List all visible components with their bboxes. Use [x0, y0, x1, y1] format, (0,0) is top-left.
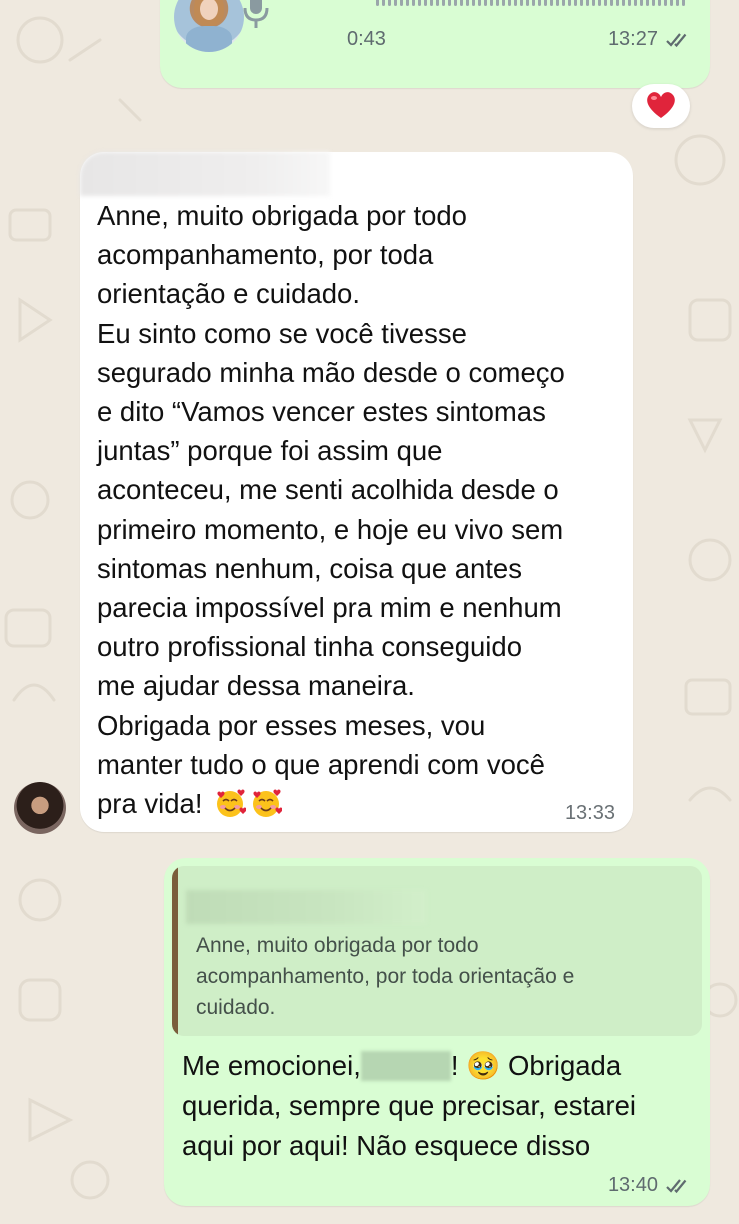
waveform-bar: [538, 0, 541, 6]
waveform-bar: [526, 0, 529, 6]
quoted-text: Anne, muito obrigada por todo acompanham…: [196, 934, 575, 1019]
waveform-bar: [556, 0, 559, 6]
read-receipt-icon: [666, 33, 687, 48]
waveform-bar: [436, 0, 439, 6]
waveform-bar: [472, 0, 475, 6]
waveform-bar: [382, 0, 385, 6]
waveform-bar: [550, 0, 553, 6]
sender-avatar[interactable]: [174, 0, 244, 52]
waveform-bar: [508, 0, 511, 6]
smiling-face-with-hearts-icon: [217, 789, 247, 818]
waveform-bar: [640, 0, 643, 6]
read-receipt-icon: [666, 1179, 687, 1194]
redacted-name: [360, 1051, 451, 1081]
waveform-bar: [580, 0, 583, 6]
message-text-content: Anne, muito obrigada por todo acompanham…: [97, 200, 565, 820]
audio-waveform[interactable]: [376, 0, 696, 6]
waveform-bar: [466, 0, 469, 6]
waveform-bar: [634, 0, 637, 6]
waveform-bar: [442, 0, 445, 6]
waveform-bar: [496, 0, 499, 6]
message-text: Me emocionei,! 🥹 Obrigada querida, sempr…: [182, 1046, 702, 1166]
waveform-bar: [664, 0, 667, 6]
microphone-icon: [243, 0, 269, 28]
smiling-face-with-hearts-icon: [253, 789, 283, 818]
message-time: 13:40: [607, 1174, 658, 1196]
waveform-bar: [520, 0, 523, 6]
waveform-bar: [586, 0, 589, 6]
message-text: Anne, muito obrigada por todo acompanham…: [97, 196, 622, 823]
waveform-bar: [604, 0, 607, 6]
waveform-bar: [478, 0, 481, 6]
waveform-bar: [406, 0, 409, 6]
voice-message-bubble[interactable]: 0:43 13:27: [160, 0, 710, 88]
waveform-bar: [610, 0, 613, 6]
waveform-bar: [628, 0, 631, 6]
waveform-bar: [592, 0, 595, 6]
waveform-bar: [400, 0, 403, 6]
waveform-bar: [388, 0, 391, 6]
waveform-bar: [454, 0, 457, 6]
waveform-bar: [514, 0, 517, 6]
waveform-bar: [568, 0, 571, 6]
waveform-bar: [484, 0, 487, 6]
waveform-bar: [598, 0, 601, 6]
voice-duration: 0:43: [347, 28, 386, 50]
waveform-bar: [574, 0, 577, 6]
reply-message-bubble[interactable]: Anne, muito obrigada por todo acompanham…: [164, 858, 710, 1206]
redacted-sender-name: [80, 152, 330, 196]
waveform-bar: [646, 0, 649, 6]
waveform-bar: [682, 0, 685, 6]
waveform-bar: [622, 0, 625, 6]
heart-icon: [647, 92, 675, 118]
message-time: 13:33: [564, 802, 615, 824]
waveform-bar: [670, 0, 673, 6]
waveform-bar: [490, 0, 493, 6]
contact-avatar[interactable]: [14, 782, 66, 834]
incoming-message-bubble[interactable]: Anne, muito obrigada por todo acompanham…: [80, 152, 633, 832]
waveform-bar: [424, 0, 427, 6]
waveform-bar: [544, 0, 547, 6]
message-time: 13:27: [607, 28, 658, 50]
waveform-bar: [376, 0, 379, 6]
waveform-bar: [430, 0, 433, 6]
waveform-bar: [460, 0, 463, 6]
waveform-bar: [412, 0, 415, 6]
quoted-message[interactable]: Anne, muito obrigada por todo acompanham…: [172, 866, 702, 1036]
waveform-bar: [418, 0, 421, 6]
waveform-bar: [532, 0, 535, 6]
waveform-bar: [652, 0, 655, 6]
waveform-bar: [676, 0, 679, 6]
message-reaction[interactable]: [632, 84, 690, 128]
waveform-bar: [658, 0, 661, 6]
waveform-bar: [448, 0, 451, 6]
redacted-quoted-sender: [186, 890, 426, 924]
quote-accent-bar: [172, 866, 178, 1036]
waveform-bar: [616, 0, 619, 6]
waveform-bar: [562, 0, 565, 6]
reply-text-start: Me emocionei,: [182, 1050, 361, 1081]
waveform-bar: [502, 0, 505, 6]
waveform-bar: [394, 0, 397, 6]
